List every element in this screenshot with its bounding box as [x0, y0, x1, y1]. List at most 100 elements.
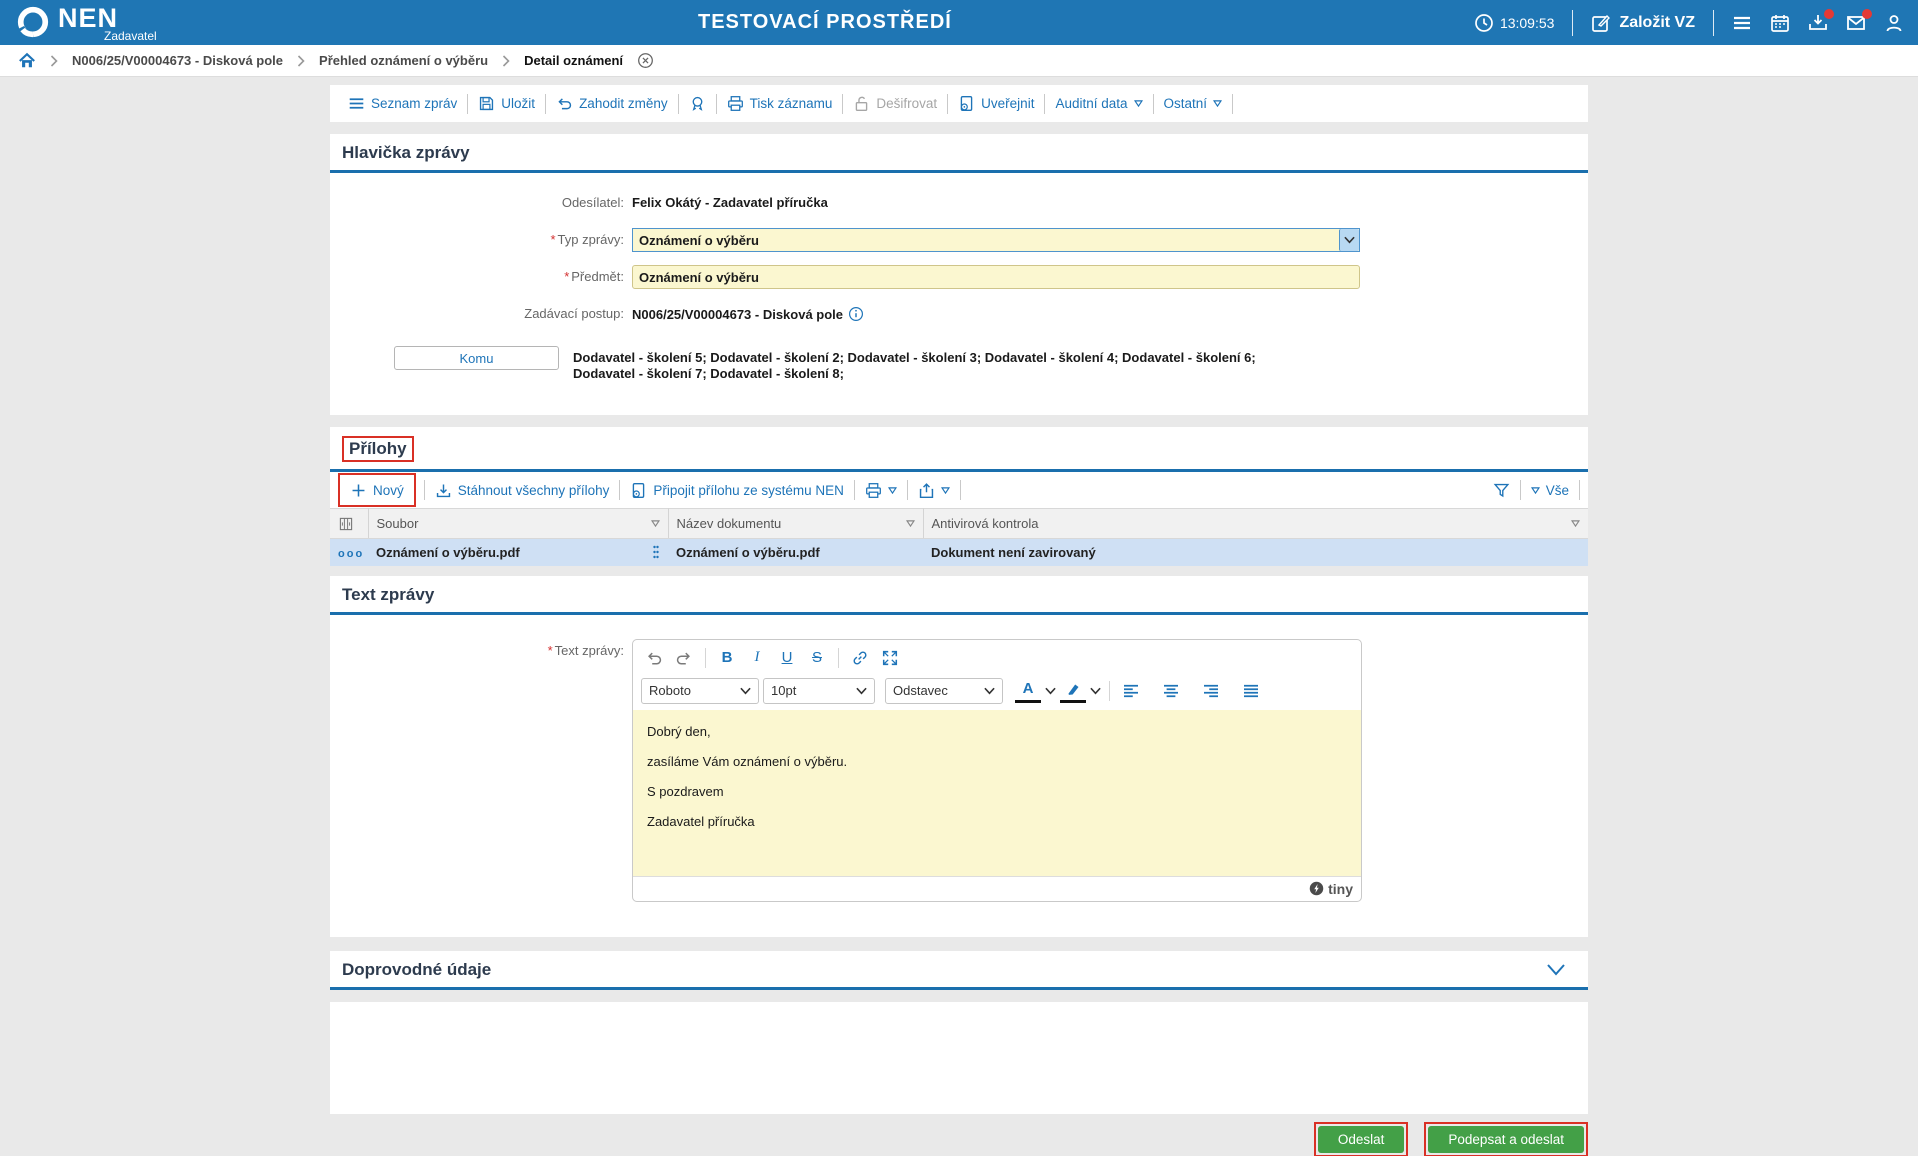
chevron-down-icon — [984, 687, 995, 695]
highlight-color-button[interactable] — [1060, 679, 1086, 703]
rich-text-editor: B I U S Roboto 10pt Odstavec A Dobrý den… — [632, 638, 1362, 902]
clock-icon — [1475, 13, 1493, 32]
discard-changes-button[interactable]: Zahodit změny — [546, 95, 678, 112]
divider — [1572, 9, 1574, 36]
download-all-attachments-button[interactable]: Stáhnout všechny přílohy — [425, 482, 620, 499]
printer-icon — [727, 96, 743, 111]
breadcrumb-item-procedure[interactable]: N006/25/V00004673 - Disková pole — [72, 53, 283, 68]
underline-button[interactable]: U — [774, 646, 800, 670]
subject-label: * Předmět: — [564, 269, 624, 284]
strikethrough-button[interactable]: S — [804, 646, 830, 670]
inbox-button[interactable] — [1808, 8, 1834, 33]
font-family-select[interactable]: Roboto — [641, 677, 759, 704]
column-header-antivirus[interactable]: Antivirová kontrola — [923, 508, 1588, 539]
sign-and-send-button[interactable]: Podepsat a odeslat — [1428, 1125, 1584, 1153]
dropdown-arrow-button[interactable] — [1339, 229, 1359, 251]
italic-button[interactable]: I — [744, 646, 770, 670]
breadcrumb-item-overview[interactable]: Přehled oznámení o výběru — [319, 53, 488, 68]
close-tab-icon[interactable] — [637, 52, 654, 69]
column-filter-icon[interactable] — [906, 520, 915, 527]
create-vz-button[interactable]: Založit VZ — [1591, 13, 1695, 33]
home-icon[interactable] — [18, 52, 36, 70]
column-header-file[interactable]: Soubor — [368, 508, 669, 539]
nen-logo[interactable]: NEN Zadavatel — [0, 5, 157, 42]
block-format-select[interactable]: Odstavec — [885, 677, 1003, 704]
bold-button[interactable]: B — [714, 646, 740, 670]
message-type-select[interactable]: Oznámení o výběru — [632, 228, 1360, 252]
align-left-button[interactable] — [1118, 679, 1144, 703]
clock: 13:09:53 — [1474, 13, 1555, 33]
main-menu-button[interactable] — [1732, 13, 1752, 33]
row-menu-cell[interactable]: ooo — [330, 538, 368, 566]
print-record-button[interactable]: Tisk záznamu — [717, 95, 843, 112]
table-row[interactable]: ooo Oznámení o výběru.pdf Oznámení o výb… — [330, 538, 1588, 566]
user-profile-button[interactable] — [1884, 13, 1904, 33]
font-size-select[interactable]: 10pt — [763, 677, 875, 704]
file-cell[interactable]: Oznámení o výběru.pdf — [368, 538, 668, 566]
messages-button[interactable] — [1846, 8, 1872, 33]
attach-from-nen-button[interactable]: Připojit přílohu ze systému NEN — [620, 482, 854, 499]
paragraph: S pozdravem — [647, 783, 724, 799]
print-attachments-menu[interactable] — [855, 482, 907, 499]
info-icon[interactable] — [848, 306, 864, 322]
redo-button[interactable] — [671, 646, 697, 670]
procedure-value: N006/25/V00004673 - Disková pole — [632, 302, 864, 322]
message-list-button[interactable]: Seznam zpráv — [338, 95, 467, 112]
triangle-down-icon — [1213, 100, 1222, 107]
column-settings-header[interactable] — [330, 508, 369, 539]
column-header-document-name[interactable]: Název dokumentu — [668, 508, 924, 539]
triangle-down-icon — [1134, 100, 1143, 107]
hamburger-icon — [1734, 16, 1750, 29]
message-text-content[interactable]: Dobrý den, zasíláme Vám oznámení o výběr… — [633, 709, 1361, 876]
nen-logo-icon — [17, 6, 49, 39]
collapse-chevron-icon[interactable] — [1546, 963, 1566, 976]
text-color-button[interactable]: A — [1015, 679, 1041, 703]
column-filter-icon[interactable] — [651, 520, 660, 527]
filter-all-menu[interactable]: Vše — [1521, 483, 1579, 498]
undo-button[interactable] — [641, 646, 667, 670]
to-recipients-button[interactable]: Komu — [394, 346, 559, 370]
record-toolbar: Seznam zpráv Uložit Zahodit změny Tisk z… — [330, 85, 1588, 122]
drag-handle-icon[interactable] — [652, 544, 660, 560]
paragraph: Zadavatel příručka — [647, 813, 755, 829]
subject-input[interactable] — [632, 265, 1360, 289]
row-menu-icon[interactable]: ooo — [338, 548, 364, 560]
document-name-cell[interactable]: Oznámení o výběru.pdf — [668, 538, 923, 566]
calendar-button[interactable] — [1770, 13, 1790, 33]
text-color-menu-icon[interactable] — [1045, 687, 1056, 695]
save-button[interactable]: Uložit — [468, 95, 545, 112]
breadcrumb-item-detail[interactable]: Detail oznámení — [524, 53, 623, 68]
chevron-down-icon — [740, 687, 751, 695]
send-button[interactable]: Odeslat — [1317, 1125, 1405, 1153]
tiny-brand[interactable]: tiny — [1328, 881, 1353, 897]
link-button[interactable] — [847, 646, 873, 670]
environment-title: TESTOVACÍ PROSTŘEDÍ — [698, 11, 952, 33]
chevron-down-icon — [856, 687, 867, 695]
message-text-label: * Text zprávy: — [547, 642, 624, 658]
accompanying-data-section: Doprovodné údaje — [330, 950, 1588, 990]
antivirus-cell[interactable]: Dokument není zavirovaný — [923, 538, 1588, 566]
section-title-attachments: Přílohy — [342, 436, 414, 462]
new-attachment-button[interactable]: Nový — [350, 482, 404, 499]
justify-button[interactable] — [1238, 679, 1264, 703]
align-right-button[interactable] — [1198, 679, 1224, 703]
current-time: 13:09:53 — [1499, 14, 1555, 31]
certificate-button[interactable] — [679, 95, 716, 112]
other-menu[interactable]: Ostatní — [1154, 96, 1233, 111]
decrypt-button[interactable]: Dešifrovat — [843, 95, 947, 112]
fullscreen-button[interactable] — [877, 646, 903, 670]
filter-button[interactable] — [1483, 482, 1520, 499]
chevron-down-icon — [1344, 236, 1355, 244]
calendar-icon — [1771, 14, 1789, 32]
export-attachments-menu[interactable] — [908, 482, 960, 499]
highlight-color-menu-icon[interactable] — [1090, 687, 1101, 695]
audit-data-menu[interactable]: Auditní data — [1045, 96, 1152, 111]
accompanying-data-body — [330, 1001, 1588, 1114]
recipients-value: Dodavatel - školení 5; Dodavatel - škole… — [573, 350, 1256, 381]
sender-label: Odesílatel: — [561, 195, 624, 210]
publish-button[interactable]: Uveřejnit — [948, 95, 1044, 112]
compose-icon — [1592, 14, 1611, 32]
column-filter-icon[interactable] — [1571, 520, 1580, 527]
align-center-button[interactable] — [1158, 679, 1184, 703]
message-header-section: Hlavička zprávy Odesílatel: Felix Okátý … — [330, 134, 1588, 415]
